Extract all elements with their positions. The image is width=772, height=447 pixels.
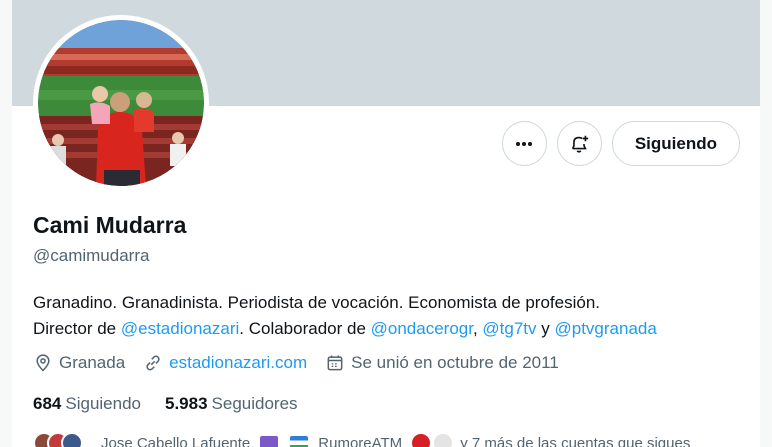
- mention-link[interactable]: @estadionazari: [121, 319, 239, 338]
- following-button[interactable]: Siguiendo: [611, 121, 740, 166]
- followed-by-suffix: y 7 más de las cuentas que sigues: [460, 434, 691, 447]
- profile-stats: 684 Siguiendo 5.983 Seguidores: [33, 394, 298, 414]
- notifications-button[interactable]: [556, 121, 602, 166]
- bio-line-2: Director de @estadionazari. Colaborador …: [33, 316, 748, 342]
- bell-plus-icon: [572, 135, 589, 153]
- bio-line-1: Granadino. Granadinista. Periodista de v…: [33, 293, 600, 312]
- bio-text: y: [536, 319, 555, 338]
- mention-link[interactable]: @tg7tv: [482, 319, 536, 338]
- profile-bio: Granadino. Granadinista. Periodista de v…: [33, 290, 748, 342]
- mention-link[interactable]: @ptvgranada: [555, 319, 657, 338]
- profile-handle: @camimudarra: [33, 246, 150, 265]
- more-button[interactable]: [501, 121, 547, 166]
- followed-by-name: Jose Cabello Lafuente: [101, 434, 251, 447]
- profile-avatar[interactable]: [38, 20, 204, 186]
- bio-text: Director de: [33, 319, 121, 338]
- profile-actions: Siguiendo: [501, 121, 740, 166]
- calendar-icon: [327, 355, 343, 371]
- profile-meta: Granada estadionazari.com Se unió en oct…: [33, 353, 559, 373]
- location: Granada: [33, 353, 125, 373]
- website: estadionazari.com: [143, 353, 307, 373]
- website-link[interactable]: estadionazari.com: [169, 353, 307, 373]
- flag-icon: [290, 436, 309, 447]
- follower-avatars: [33, 432, 83, 447]
- join-date: Se unió en octubre de 2011: [325, 353, 559, 373]
- avatar: [61, 432, 83, 447]
- following-stat[interactable]: 684 Siguiendo: [33, 394, 141, 414]
- profile-card: Siguiendo Cami Mudarra @camimudarra Gran…: [12, 0, 760, 447]
- followers-stat[interactable]: 5.983 Seguidores: [165, 394, 298, 414]
- profile-name: Cami Mudarra: [33, 212, 187, 238]
- link-icon: [146, 355, 160, 371]
- join-date-text: Se unió en octubre de 2011: [351, 353, 559, 372]
- red-circle-icon: [412, 434, 431, 447]
- location-text: Granada: [59, 353, 126, 372]
- star-of-david-icon: [260, 436, 279, 447]
- bio-text: ,: [472, 319, 483, 338]
- followed-by-row[interactable]: Jose Cabello Lafuente RumoreATM y 7 más …: [33, 432, 690, 447]
- more-icon: [516, 141, 533, 146]
- location-pin-icon: [36, 354, 50, 372]
- avatar-frame[interactable]: [33, 15, 209, 191]
- white-circle-icon: [434, 434, 453, 447]
- followed-by-name: RumoreATM: [318, 434, 403, 447]
- mention-link[interactable]: @ondacerogr: [371, 319, 473, 338]
- bio-text: . Colaborador de: [239, 319, 371, 338]
